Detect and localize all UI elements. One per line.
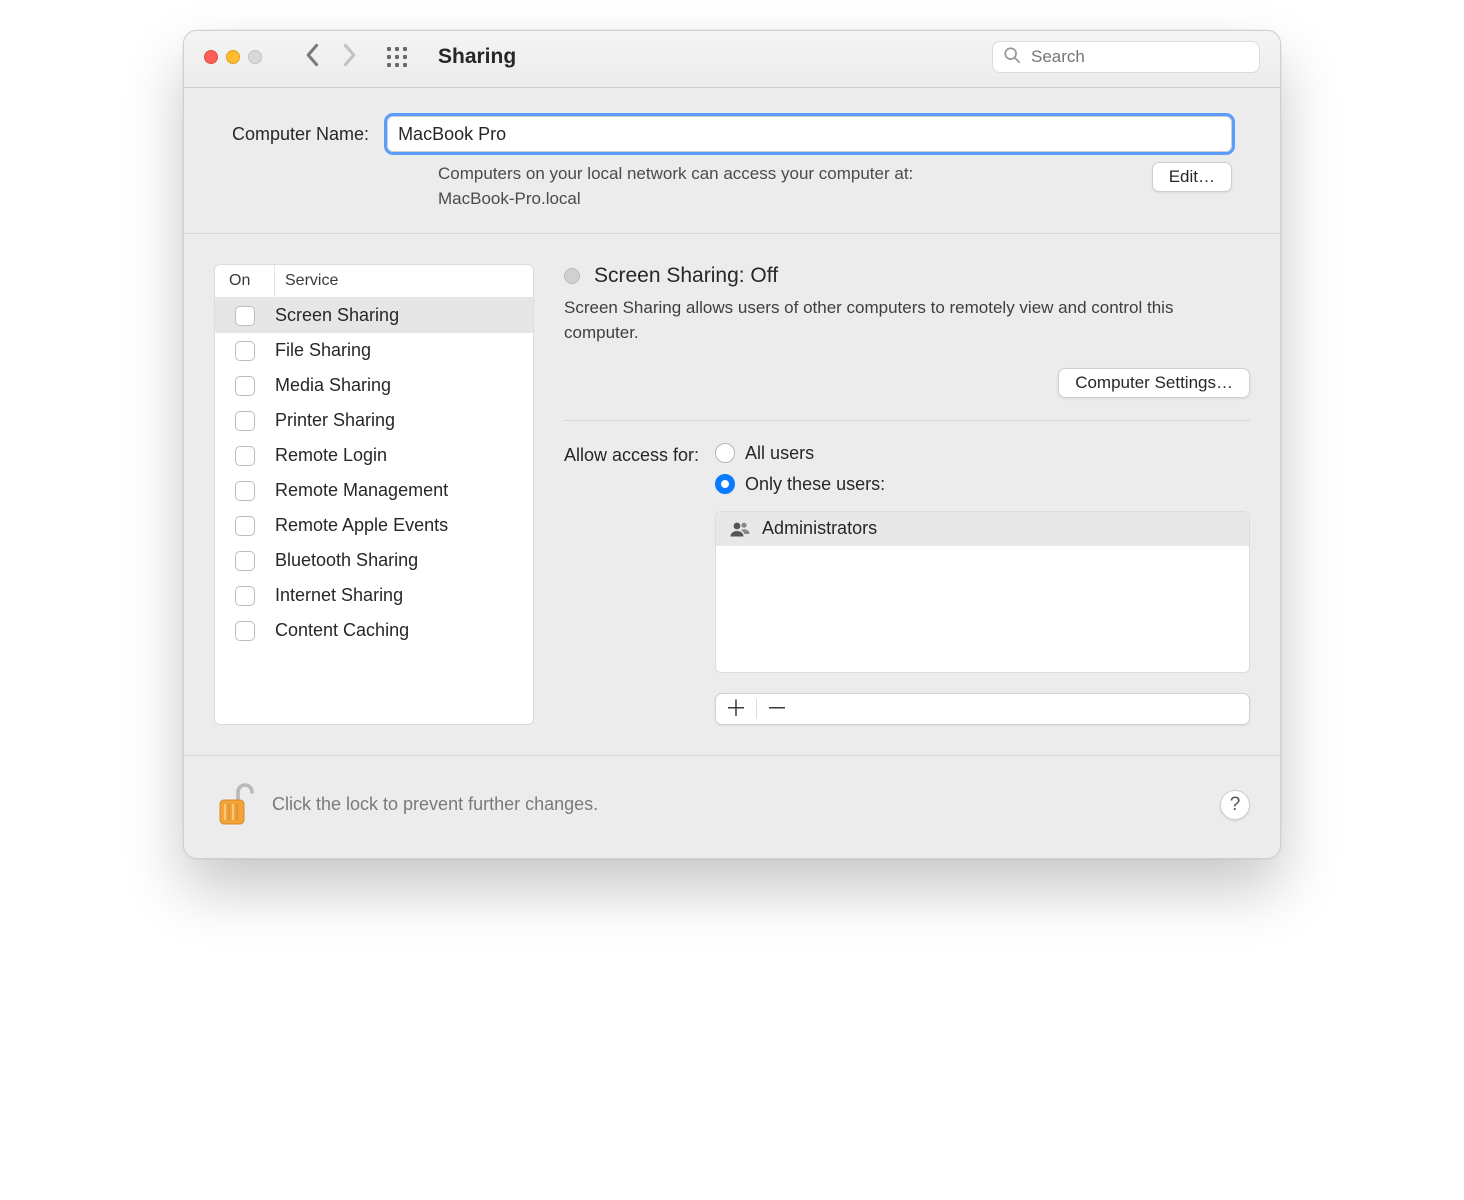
radio-all-users[interactable]: All users <box>715 443 1250 464</box>
computer-name-section: Computer Name: Computers on your local n… <box>184 88 1280 234</box>
computer-name-input[interactable] <box>387 116 1232 152</box>
service-label: Screen Sharing <box>275 305 533 326</box>
radio-only-these-users[interactable]: Only these users: <box>715 474 1250 495</box>
minimize-window-button[interactable] <box>226 50 240 64</box>
window-controls <box>204 50 262 64</box>
service-label: Remote Login <box>275 445 533 466</box>
service-checkbox[interactable] <box>235 341 255 361</box>
preferences-window: Sharing Computer Name: Computers on your… <box>183 30 1281 859</box>
service-label: Content Caching <box>275 620 533 641</box>
toolbar: Sharing <box>184 31 1280 88</box>
close-window-button[interactable] <box>204 50 218 64</box>
allowed-users-list[interactable]: Administrators <box>715 511 1250 673</box>
service-row[interactable]: Content Caching <box>215 613 533 648</box>
unlocked-padlock-icon <box>214 780 256 830</box>
service-label: Internet Sharing <box>275 585 533 606</box>
service-status-description: Screen Sharing allows users of other com… <box>564 296 1250 345</box>
forward-button[interactable] <box>340 43 358 72</box>
service-checkbox[interactable] <box>235 411 255 431</box>
allowed-users-label: Administrators <box>762 518 877 539</box>
service-row[interactable]: Remote Management <box>215 473 533 508</box>
service-row[interactable]: Remote Apple Events <box>215 508 533 543</box>
search-input[interactable] <box>1029 46 1254 68</box>
footer: Click the lock to prevent further change… <box>184 756 1280 858</box>
service-row[interactable]: File Sharing <box>215 333 533 368</box>
show-all-button[interactable] <box>386 46 408 68</box>
sharing-section: On Service Screen Sharing File Sharing Med… <box>184 234 1280 755</box>
lock-button[interactable] <box>214 780 256 830</box>
allow-access-label: Allow access for: <box>564 443 699 466</box>
service-label: Printer Sharing <box>275 410 533 431</box>
add-user-button[interactable]: ＋ <box>716 694 756 724</box>
local-network-access-text: Computers on your local network can acce… <box>438 162 1134 211</box>
status-indicator-icon <box>564 268 580 284</box>
service-checkbox[interactable] <box>235 621 255 641</box>
service-checkbox[interactable] <box>235 516 255 536</box>
service-row[interactable]: Printer Sharing <box>215 403 533 438</box>
service-checkbox[interactable] <box>235 481 255 501</box>
radio-only-label: Only these users: <box>745 474 885 495</box>
services-col-service: Service <box>275 265 533 297</box>
service-row[interactable]: Internet Sharing <box>215 578 533 613</box>
zoom-window-button <box>248 50 262 64</box>
edit-hostname-button[interactable]: Edit… <box>1152 162 1232 192</box>
service-label: File Sharing <box>275 340 533 361</box>
computer-settings-button[interactable]: Computer Settings… <box>1058 368 1250 398</box>
help-button[interactable]: ? <box>1220 790 1250 820</box>
radio-icon <box>715 443 735 463</box>
service-detail: Screen Sharing: Off Screen Sharing allow… <box>564 264 1250 724</box>
service-label: Remote Management <box>275 480 533 501</box>
services-list[interactable]: On Service Screen Sharing File Sharing Med… <box>214 264 534 724</box>
services-header: On Service <box>215 265 533 298</box>
service-label: Remote Apple Events <box>275 515 533 536</box>
service-label: Media Sharing <box>275 375 533 396</box>
add-remove-users: ＋ － <box>715 693 1250 725</box>
service-checkbox[interactable] <box>235 306 255 326</box>
search-field[interactable] <box>992 41 1260 73</box>
radio-icon <box>715 474 735 494</box>
service-row[interactable]: Screen Sharing <box>215 298 533 333</box>
service-label: Bluetooth Sharing <box>275 550 533 571</box>
service-checkbox[interactable] <box>235 376 255 396</box>
service-checkbox[interactable] <box>235 586 255 606</box>
service-row[interactable]: Remote Login <box>215 438 533 473</box>
lock-hint-text: Click the lock to prevent further change… <box>272 794 598 815</box>
computer-name-label: Computer Name: <box>232 124 369 145</box>
services-col-on: On <box>215 265 275 297</box>
service-checkbox[interactable] <box>235 551 255 571</box>
remove-user-button[interactable]: － <box>757 694 797 724</box>
divider <box>564 420 1250 421</box>
pane-title: Sharing <box>438 45 516 69</box>
nav-arrows <box>304 43 358 72</box>
users-group-icon <box>730 521 750 537</box>
allowed-users-row[interactable]: Administrators <box>716 512 1249 546</box>
service-status-title: Screen Sharing: Off <box>594 264 778 288</box>
service-row[interactable]: Media Sharing <box>215 368 533 403</box>
search-icon <box>1003 46 1021 69</box>
back-button[interactable] <box>304 43 322 72</box>
service-row[interactable]: Bluetooth Sharing <box>215 543 533 578</box>
radio-all-users-label: All users <box>745 443 814 464</box>
service-checkbox[interactable] <box>235 446 255 466</box>
